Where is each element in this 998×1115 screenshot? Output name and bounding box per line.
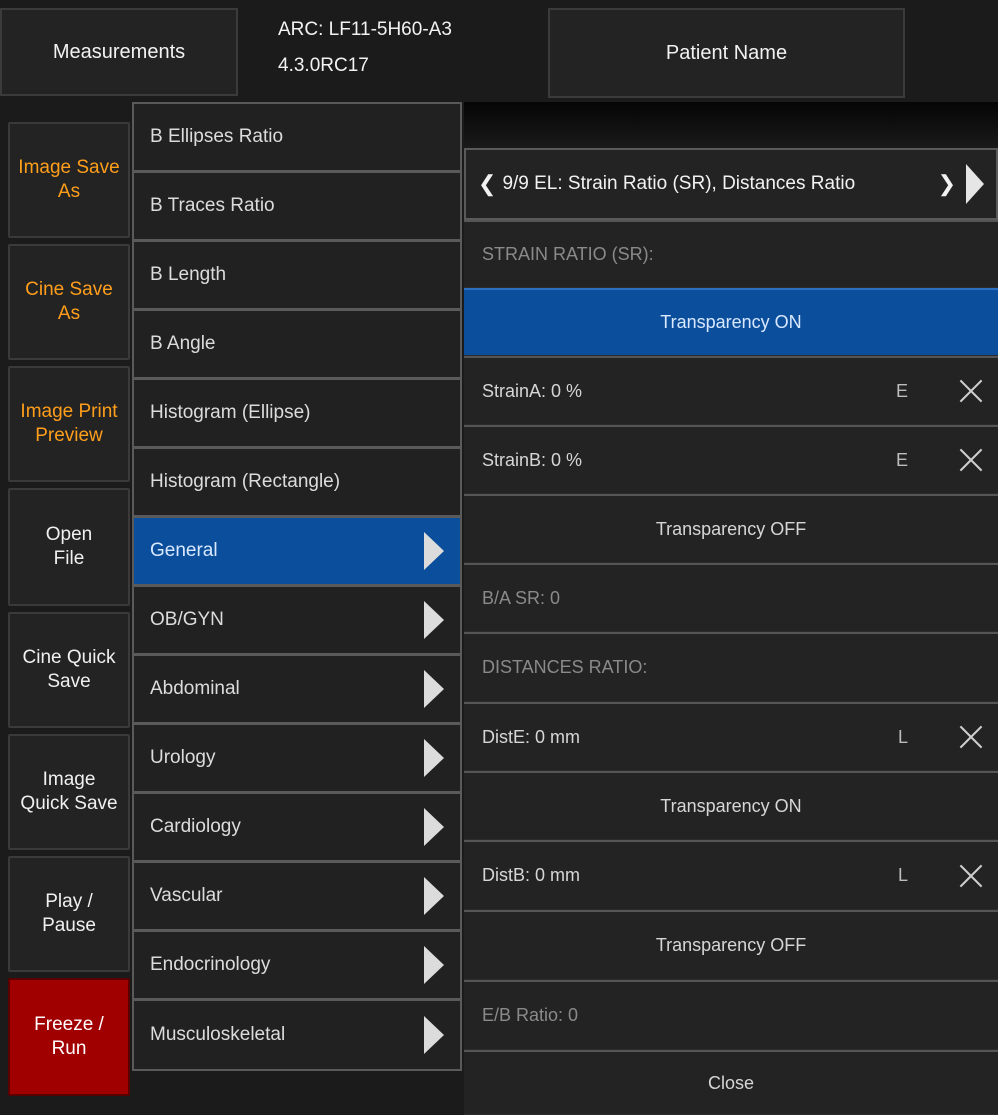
cine-quick-save-button[interactable]: Cine Quick Save [8, 612, 130, 728]
panel-navigator: ❮ 9/9 EL: Strain Ratio (SR), Distances R… [464, 148, 998, 220]
menu-item-cardiology[interactable]: Cardiology [132, 792, 462, 862]
measurements-label: Measurements [52, 40, 186, 63]
measurements-button[interactable]: Measurements [0, 8, 238, 96]
arc-probe-label: ARC: LF11-5H60-A3 [278, 19, 452, 40]
panel-header-bar [464, 102, 998, 148]
image-save-as-button[interactable]: Image Save As [8, 122, 130, 238]
dist-b-unit: L [897, 865, 908, 885]
image-quick-save-button[interactable]: Image Quick Save [8, 734, 130, 850]
strain-b-row[interactable]: StrainB: 0 % E [464, 425, 998, 494]
menu-item-b-length[interactable]: B Length [132, 240, 462, 310]
measurement-menu: B Ellipses Ratio B Traces Ratio B Length… [132, 102, 462, 1115]
panel-nav-title: 9/9 EL: Strain Ratio (SR), Distances Rat… [502, 173, 856, 194]
chevron-left-icon[interactable]: ❮ [478, 171, 496, 197]
arc-info: ARC: LF11-5H60-A3 4.3.0RC17 [278, 12, 528, 84]
dist-e-unit: L [897, 726, 908, 747]
image-print-preview-button[interactable]: Image Print Preview [8, 366, 130, 482]
menu-item-general[interactable]: General [132, 516, 462, 586]
menu-item-urology[interactable]: Urology [132, 723, 462, 793]
arc-version-label: 4.3.0RC17 [278, 55, 369, 76]
chevron-right-icon [424, 877, 444, 915]
menu-item-histogram-ellipse[interactable]: Histogram (Ellipse) [132, 378, 462, 448]
close-icon[interactable] [958, 378, 984, 404]
close-icon[interactable] [958, 863, 984, 889]
strain-b-unit: E [895, 449, 908, 470]
dist-b-row[interactable]: DistB: 0 mm L [464, 840, 998, 910]
transparency-off-button[interactable]: Transparency OFF [464, 494, 998, 563]
menu-item-ob-gyn[interactable]: OB/GYN [132, 585, 462, 655]
ba-sr-value: B/A SR: 0 [464, 563, 998, 632]
next-page-arrow-icon[interactable] [966, 164, 984, 204]
close-button[interactable]: Close [464, 1050, 998, 1115]
menu-item-endocrinology[interactable]: Endocrinology [132, 930, 462, 1000]
strain-a-unit: E [895, 380, 908, 401]
chevron-right-icon [424, 739, 444, 777]
dist-e-row[interactable]: DistE: 0 mm L [464, 702, 998, 771]
transparency-on-button-2[interactable]: Transparency ON [464, 771, 998, 840]
menu-item-musculoskeletal[interactable]: Musculoskeletal [132, 999, 462, 1071]
chevron-right-icon [424, 670, 444, 708]
open-file-button[interactable]: Open File [8, 488, 130, 606]
patient-name-button[interactable]: Patient Name [548, 8, 905, 98]
strain-a-label: StrainA: 0 % [482, 380, 583, 401]
menu-item-b-angle[interactable]: B Angle [132, 309, 462, 379]
menu-item-vascular[interactable]: Vascular [132, 861, 462, 931]
transparency-off-button-2[interactable]: Transparency OFF [464, 910, 998, 980]
menu-item-b-ellipses-ratio[interactable]: B Ellipses Ratio [132, 102, 462, 172]
chevron-right-icon[interactable]: ❯ [938, 171, 956, 197]
freeze-run-button[interactable]: Freeze / Run [8, 978, 130, 1096]
chevron-right-icon [424, 601, 444, 639]
transparency-on-button[interactable]: Transparency ON [464, 288, 998, 356]
play-pause-button[interactable]: Play / Pause [8, 856, 130, 972]
strain-ratio-heading: STRAIN RATIO (SR): [464, 220, 998, 288]
chevron-right-icon [424, 946, 444, 984]
menu-item-histogram-rectangle[interactable]: Histogram (Rectangle) [132, 447, 462, 517]
chevron-right-icon [424, 532, 444, 570]
eb-ratio-value: E/B Ratio: 0 [464, 980, 998, 1050]
patient-name-label: Patient Name [665, 41, 788, 64]
strain-a-row[interactable]: StrainA: 0 % E [464, 356, 998, 425]
distances-ratio-heading: DISTANCES RATIO: [464, 632, 998, 702]
menu-item-abdominal[interactable]: Abdominal [132, 654, 462, 724]
chevron-right-icon [424, 1016, 444, 1054]
close-icon[interactable] [958, 447, 984, 473]
close-icon[interactable] [958, 724, 984, 750]
menu-item-b-traces-ratio[interactable]: B Traces Ratio [132, 171, 462, 241]
dist-b-label: DistB: 0 mm [482, 865, 581, 885]
cine-save-as-button[interactable]: Cine Save As [8, 244, 130, 360]
strain-b-label: StrainB: 0 % [482, 449, 583, 470]
chevron-right-icon [424, 808, 444, 846]
dist-e-label: DistE: 0 mm [482, 726, 581, 747]
